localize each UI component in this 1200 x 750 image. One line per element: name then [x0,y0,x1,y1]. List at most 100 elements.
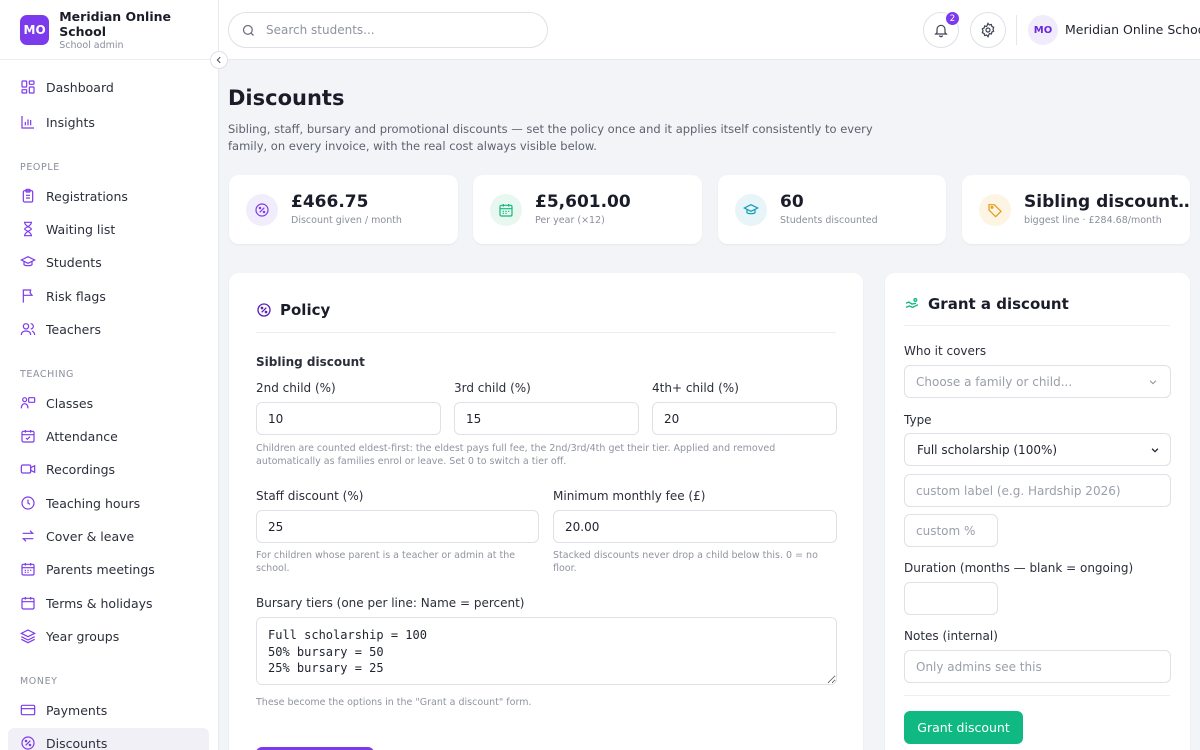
sidebar-item-label: Year groups [46,628,120,644]
fourth-child-input[interactable] [652,402,837,435]
stat-icon [735,194,767,226]
nav-section-money: MONEY [20,676,58,687]
sidebar-item-teachers[interactable]: Teachers [8,314,209,344]
sidebar-item-students[interactable]: Students [8,247,209,277]
duration-input[interactable] [904,582,998,615]
divider [904,695,1170,696]
sidebar-item-label: Risk flags [46,288,106,304]
grant-title-text: Grant a discount [928,295,1069,313]
calendar-icon [499,204,513,217]
brand-role: School admin [59,39,124,51]
search-icon [242,24,254,36]
sidebar-item-label: Parents meetings [46,561,155,577]
stat-card-per-year: £5,601.00 Per year (×12) [473,175,702,244]
settings-button[interactable] [970,12,1006,48]
chevron-left-icon [216,56,221,64]
min-fee-label: Minimum monthly fee (£) [553,489,706,503]
sidebar-item-risk-flags[interactable]: Risk flags [8,281,209,311]
sidebar-item-label: Terms & holidays [46,595,153,611]
sibling-help: Children are counted eldest-first: the e… [256,443,776,467]
sidebar-item-classes[interactable]: Classes [8,388,209,418]
sidebar-item-label: Teachers [46,321,101,337]
min-fee-input[interactable] [553,510,837,543]
sidebar-item-teaching-hours[interactable]: Teaching hours [8,488,209,518]
third-child-input[interactable] [454,402,639,435]
stat-label: biggest line · £284.68/month [1024,215,1162,226]
stat-icon [979,194,1011,226]
sidebar-item-insights[interactable]: Insights [8,107,209,137]
sidebar-item-label: Students [46,254,102,270]
sidebar: MO Meridian Online School School admin D… [0,0,219,750]
search-box[interactable] [228,12,548,48]
notes-input[interactable] [904,650,1171,683]
avatar[interactable]: MO [1028,15,1058,45]
stat-value: £466.75 [291,192,369,212]
stat-icon [490,194,522,226]
stat-value: 60 [780,192,804,212]
type-select[interactable]: Full scholarship (100%) [904,433,1171,466]
discount-icon [255,203,269,217]
fourth-child-label: 4th+ child (%) [652,381,739,395]
graduation-cap-icon [20,255,36,267]
brand-logo: MO [20,14,50,45]
sidebar-item-label: Classes [46,395,94,411]
stat-label: Per year (×12) [535,215,605,226]
nav-section-people: PEOPLE [20,162,60,173]
sidebar-item-parents-meetings[interactable]: Parents meetings [8,554,209,584]
discount-icon [21,736,35,750]
sidebar-item-terms-holidays[interactable]: Terms & holidays [8,588,209,618]
sidebar-item-dashboard[interactable]: Dashboard [8,72,209,102]
brand[interactable]: MO Meridian Online School School admin [0,0,218,60]
bar-chart-icon [21,116,34,129]
flag-icon [22,289,34,303]
type-label: Type [904,413,932,427]
tag-icon [988,204,1002,218]
bell-icon [934,24,948,38]
sidebar-item-discounts[interactable]: Discounts [8,728,209,750]
grant-discount-button[interactable]: Grant discount [904,711,1023,744]
topbar: 2 MO Meridian Online School [219,0,1200,60]
user-name[interactable]: Meridian Online School [1065,22,1200,37]
covers-placeholder: Choose a family or child... [916,374,1073,389]
stat-card-students-discounted: 60 Students discounted [718,175,946,244]
staff-discount-label: Staff discount (%) [256,489,364,503]
sidebar-item-year-groups[interactable]: Year groups [8,621,209,651]
custom-label-input[interactable] [904,474,1171,507]
search-input[interactable] [266,23,526,37]
bursary-help: These become the options in the "Grant a… [256,697,532,708]
sidebar-item-label: Attendance [46,428,118,444]
second-child-label: 2nd child (%) [256,381,336,395]
custom-percent-input[interactable] [904,514,998,547]
collapse-sidebar-button[interactable] [210,51,228,69]
sidebar-item-waiting-list[interactable]: Waiting list [8,214,209,244]
third-child-label: 3rd child (%) [454,381,531,395]
topbar-divider [1016,15,1017,45]
duration-label: Duration (months — blank = ongoing) [904,561,1134,575]
sidebar-item-label: Cover & leave [46,528,135,544]
stat-value: Sibling discount… [1024,192,1190,212]
second-child-input[interactable] [256,402,441,435]
sidebar-item-attendance[interactable]: Attendance [8,421,209,451]
bursary-textarea[interactable]: Full scholarship = 100 50% bursary = 50 … [256,617,837,685]
staff-discount-input[interactable] [256,510,539,543]
sidebar-item-label: Insights [46,114,95,130]
sidebar-item-recordings[interactable]: Recordings [8,454,209,484]
gear-icon [981,22,995,38]
notes-label: Notes (internal) [904,629,998,643]
brand-name: Meridian Online School [59,8,171,39]
sidebar-item-payments[interactable]: Payments [8,695,209,725]
stat-value: £5,601.00 [535,192,631,212]
grant-panel: Grant a discount Who it covers Choose a … [885,273,1190,750]
covers-select[interactable]: Choose a family or child... [904,365,1171,398]
notifications-button[interactable]: 2 [923,11,960,48]
clock-icon [21,496,35,510]
stat-label: Discount given / month [291,215,402,226]
calendar-icon [21,563,35,576]
sidebar-item-registrations[interactable]: Registrations [8,181,209,211]
sidebar-item-label: Discounts [46,735,108,750]
calendar-check-icon [21,430,35,443]
sidebar-item-label: Waiting list [46,221,116,237]
stat-card-biggest-line: Sibling discount… biggest line · £284.68… [962,175,1190,244]
users-icon [20,323,36,336]
sidebar-item-cover-leave[interactable]: Cover & leave [8,521,209,551]
